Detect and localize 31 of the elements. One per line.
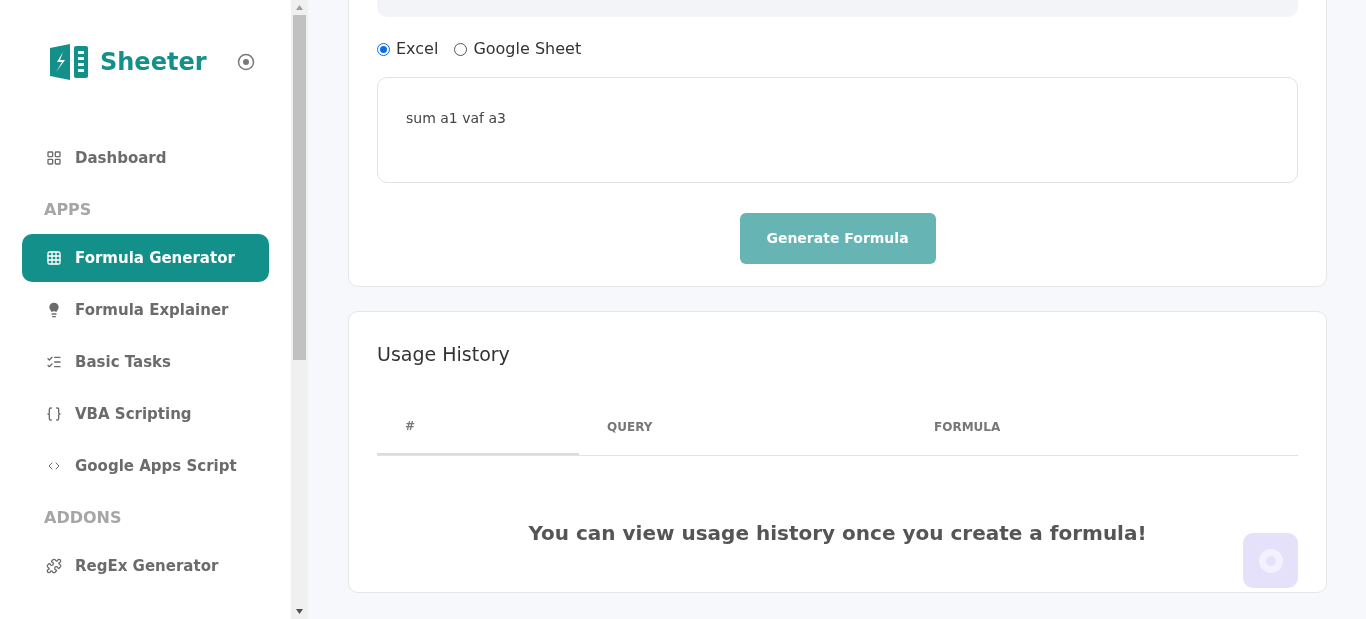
nav-item[interactable]: Google Apps Script <box>22 442 269 490</box>
dashboard-icon <box>46 150 62 166</box>
scrollbar-thumb[interactable] <box>293 15 306 360</box>
section-heading: ADDONS <box>43 507 123 529</box>
scrollbar[interactable] <box>291 0 308 619</box>
code-icon <box>48 460 60 472</box>
nav-item[interactable]: Formula Generator <box>22 234 269 282</box>
nav-item[interactable]: Formula Explainer <box>22 286 269 334</box>
braces-icon <box>46 406 62 422</box>
nav-item[interactable]: Dashboard <box>22 134 269 182</box>
chat-widget-button[interactable] <box>1243 533 1298 588</box>
lightbulb-icon <box>46 302 62 318</box>
scroll-up-icon[interactable] <box>296 5 303 10</box>
section-heading: APPS <box>43 199 93 221</box>
nav-item[interactable]: VBA Scripting <box>22 390 269 438</box>
toggle-icon <box>236 53 255 71</box>
column-header: QUERY <box>606 418 654 436</box>
radio-label: Google Sheet <box>473 38 582 60</box>
card-title: Usage History <box>377 342 511 367</box>
nav-item[interactable]: Basic Tasks <box>22 338 269 386</box>
checklist-icon <box>46 354 62 370</box>
column-header: # <box>377 398 579 455</box>
brand-name: Sheeter <box>100 47 207 78</box>
query-field[interactable]: sum a1 vaf a3 <box>377 77 1298 183</box>
grid-icon <box>46 250 62 266</box>
column-header: FORMULA <box>933 418 1002 436</box>
radio-label: Excel <box>396 38 439 60</box>
empty-message: You can view usage history once you create a formula! <box>527 519 1148 547</box>
puzzle-icon <box>46 558 62 574</box>
nav-item[interactable]: RegEx Generator <box>22 542 269 590</box>
scroll-down-icon[interactable] <box>296 609 303 614</box>
